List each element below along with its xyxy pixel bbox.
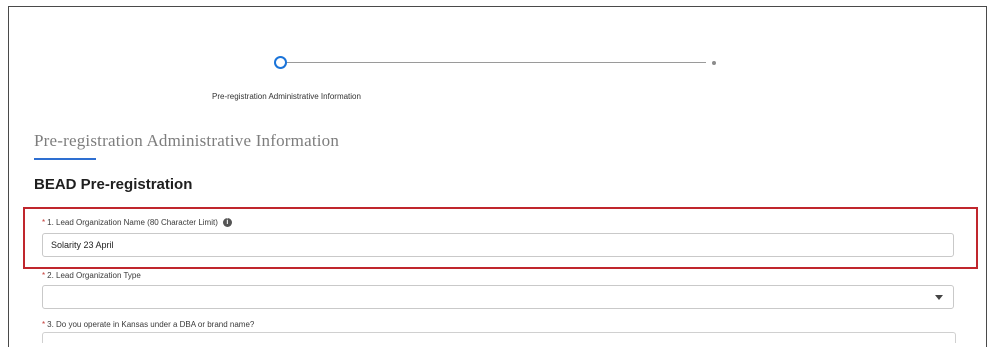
progress-step-1-active[interactable] — [274, 56, 287, 69]
required-marker: * — [42, 218, 46, 227]
field-3-label: * 3. Do you operate in Kansas under a DBA… — [42, 320, 254, 329]
progress-track — [286, 62, 706, 63]
section-title-underline — [34, 158, 96, 160]
progress-step-1-label: Pre-registration Administrative Informat… — [212, 92, 361, 101]
lead-organization-name-input[interactable] — [42, 233, 954, 257]
lead-organization-type-select[interactable] — [42, 285, 954, 309]
dba-field-input[interactable] — [42, 332, 956, 343]
chevron-down-icon[interactable] — [935, 295, 943, 300]
field-2-label-text: 2. Lead Organization Type — [47, 271, 141, 280]
info-icon[interactable]: i — [222, 218, 232, 228]
progress-indicator — [270, 56, 730, 70]
field-1-label-text: 1. Lead Organization Name (80 Character … — [47, 218, 218, 227]
form-heading: BEAD Pre-registration — [34, 176, 193, 193]
required-marker: * — [42, 271, 46, 280]
field-1-label: * 1. Lead Organization Name (80 Character… — [42, 218, 232, 228]
required-marker: * — [42, 320, 46, 329]
field-3-label-text: 3. Do you operate in Kansas under a DBA … — [47, 320, 255, 329]
section-title: Pre-registration Administrative Informat… — [34, 131, 340, 150]
progress-step-2[interactable] — [712, 61, 716, 65]
field-2-label: * 2. Lead Organization Type — [42, 271, 141, 280]
